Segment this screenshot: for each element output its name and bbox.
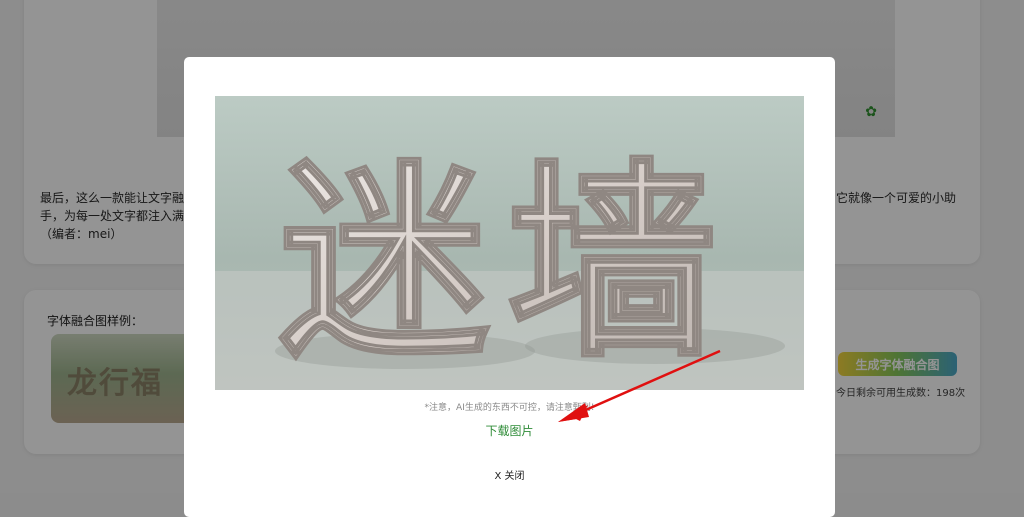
download-image-link[interactable]: 下载图片 xyxy=(184,422,835,439)
generated-art-text: 迷墙 xyxy=(279,139,735,386)
close-modal-button[interactable]: X 关闭 xyxy=(184,467,835,482)
disclaimer-note: *注意，AI生成的东西不可控，请注意甄别! xyxy=(424,403,595,413)
result-modal: 迷墙 *注意，AI生成的东西不可控，请注意甄别! 下载图片 X 关闭 xyxy=(184,57,835,517)
generated-art-svg: 迷墙 xyxy=(215,96,804,390)
generated-image: 迷墙 xyxy=(215,96,804,390)
